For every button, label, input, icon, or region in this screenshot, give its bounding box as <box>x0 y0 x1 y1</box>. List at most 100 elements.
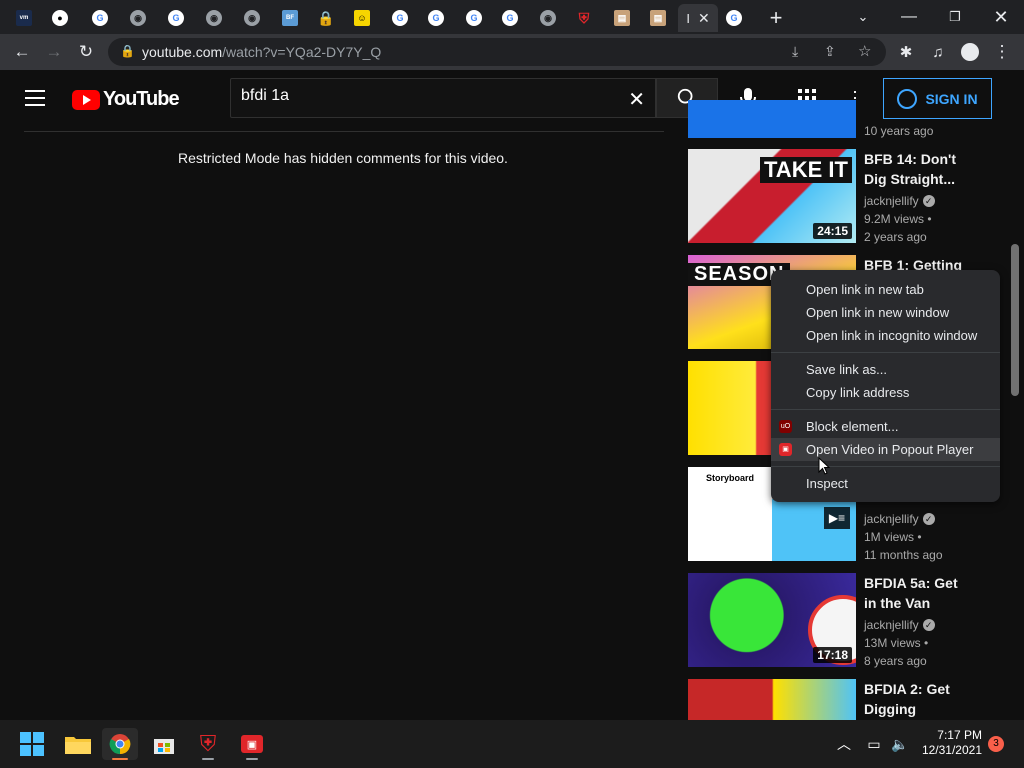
globe-icon: ◉ <box>540 10 556 26</box>
tab-globe-3[interactable]: ◉ <box>236 4 268 32</box>
back-button[interactable]: ← <box>10 40 34 64</box>
tab-smile[interactable]: ☺ <box>346 4 378 32</box>
video-channel[interactable]: jacknjellify ✓ <box>864 194 935 208</box>
tab-shield[interactable]: ⛨ <box>568 4 600 32</box>
tab-google-3[interactable]: G <box>384 4 416 32</box>
profile-button[interactable] <box>958 40 982 64</box>
thumbnail-text: Storyboard <box>706 473 755 483</box>
taskbar-chrome[interactable] <box>102 728 138 760</box>
google-icon: G <box>168 10 184 26</box>
video-duration: 17:18 <box>813 647 852 663</box>
chrome-menu-button[interactable]: ⋮ <box>990 40 1014 64</box>
reload-button[interactable]: ↻ <box>74 40 98 64</box>
related-video-5[interactable]: 17:18 BFDIA 5a: Get in the Van jacknjell… <box>688 573 1018 669</box>
start-button[interactable] <box>14 728 50 760</box>
bookmark-star-icon[interactable]: ☆ <box>858 42 871 60</box>
video-duration: 24:15 <box>813 223 852 239</box>
video-views: 13M views • <box>864 636 929 650</box>
close-tab-icon[interactable]: ✕ <box>698 10 710 27</box>
tab-google-5[interactable]: G <box>458 4 490 32</box>
page-scrollbar[interactable] <box>1011 244 1019 396</box>
tab-vimeo[interactable]: vm <box>8 4 40 32</box>
tab-globe-2[interactable]: ◉ <box>198 4 230 32</box>
tab-bfdi[interactable]: BF <box>274 4 306 32</box>
menu-item-inspect[interactable]: Inspect <box>771 472 1000 495</box>
vimeo-icon: vm <box>16 10 32 26</box>
address-bar[interactable]: 🔒 youtube.com/watch?v=YQa2-DY7Y_Q ⤓ ⇪ ☆ <box>108 38 886 66</box>
tab-globe-4[interactable]: ◉ <box>532 4 564 32</box>
menu-item-copy-link[interactable]: Copy link address <box>771 381 1000 404</box>
youtube-logo[interactable]: YouTube <box>72 88 180 111</box>
media-control-button[interactable]: ♫ <box>926 40 950 64</box>
tab-github[interactable]: ● <box>44 4 76 32</box>
clear-search-icon[interactable]: ✕ <box>628 87 645 112</box>
tab-google-4[interactable]: G <box>420 4 452 32</box>
tab-store-2[interactable]: ▤ <box>642 4 674 32</box>
search-box[interactable]: ✕ <box>230 78 656 118</box>
tab-store-1[interactable]: ▤ <box>606 4 638 32</box>
extensions-button[interactable]: ✱ <box>894 40 918 64</box>
url-text[interactable]: youtube.com/watch?v=YQa2-DY7Y_Q <box>142 44 381 60</box>
share-icon[interactable]: ⇪ <box>824 43 836 60</box>
bfdi-wiki-icon: BF <box>282 10 298 26</box>
network-icon: ▭ <box>867 735 881 752</box>
profile-icon <box>961 43 979 61</box>
menu-item-popout-player[interactable]: ▣ Open Video in Popout Player <box>771 438 1000 461</box>
video-thumbnail[interactable] <box>688 100 856 138</box>
close-window-button[interactable]: ✕ <box>978 0 1024 34</box>
minimize-button[interactable]: — <box>886 0 932 34</box>
menu-separator <box>771 409 1000 410</box>
restore-icon: ❐ <box>949 9 961 24</box>
arrow-left-icon: ← <box>13 42 31 61</box>
tab-active[interactable]: I ✕ <box>678 4 718 32</box>
youtube-logo-text: YouTube <box>103 88 180 110</box>
tab-lock[interactable]: 🔒 <box>310 4 342 32</box>
taskbar-popout-app[interactable]: ▣ <box>234 728 270 760</box>
new-tab-button[interactable]: + <box>760 4 792 32</box>
tab-strip: vm ● G ◉ G ◉ ◉ BF 🔒 ☺ G G G G ◉ ⛨ ▤ ▤ I … <box>0 0 1024 34</box>
related-video-1[interactable]: TAKE IT 24:15 BFB 14: Don't Dig Straight… <box>688 149 1018 245</box>
tab-google-7[interactable]: G <box>718 4 750 32</box>
taskbar-file-explorer[interactable] <box>60 728 96 760</box>
menu-item-block-element[interactable]: uO Block element... <box>771 415 1000 438</box>
globe-icon: ◉ <box>244 10 260 26</box>
store-bag-icon <box>154 739 174 754</box>
menu-item-open-incognito[interactable]: Open link in incognito window <box>771 324 1000 347</box>
video-thumbnail[interactable]: 17:18 <box>688 573 856 667</box>
tab-search-button[interactable]: ⌄ <box>840 0 886 34</box>
tab-google-6[interactable]: G <box>494 4 526 32</box>
video-thumbnail[interactable]: TAKE IT 24:15 <box>688 149 856 243</box>
notification-badge[interactable]: 3 <box>988 736 1004 752</box>
hamburger-menu-icon[interactable] <box>25 90 45 106</box>
menu-item-open-new-window[interactable]: Open link in new window <box>771 301 1000 324</box>
windows-start-icon <box>20 732 44 756</box>
video-title[interactable]: BFDIA 5a: Get in the Van <box>864 573 964 613</box>
menu-item-save-link[interactable]: Save link as... <box>771 358 1000 381</box>
volume-button[interactable]: 🔈 <box>888 728 912 760</box>
tab-globe-1[interactable]: ◉ <box>122 4 154 32</box>
menu-item-open-new-tab[interactable]: Open link in new tab <box>771 278 1000 301</box>
system-clock[interactable]: 7:17 PM 12/31/2021 <box>918 728 982 758</box>
taskbar-store[interactable] <box>146 728 182 760</box>
running-indicator <box>202 758 214 760</box>
lock-icon: 🔒 <box>120 44 135 58</box>
forward-button[interactable]: → <box>42 40 66 64</box>
tab-google-2[interactable]: G <box>160 4 192 32</box>
search-input[interactable] <box>241 87 611 105</box>
related-video-0[interactable]: 10 years ago <box>688 100 1018 138</box>
store-icon: ▤ <box>614 10 630 26</box>
video-channel[interactable]: jacknjellify ✓ <box>864 618 935 632</box>
running-indicator <box>246 758 258 760</box>
video-title[interactable]: BFB 14: Don't Dig Straight... <box>864 149 964 189</box>
restore-button[interactable]: ❐ <box>932 0 978 34</box>
related-video-6[interactable]: BFDIA 2: Get Digging <box>688 679 1018 720</box>
install-icon[interactable]: ⤓ <box>792 43 798 60</box>
show-hidden-icons-button[interactable]: ︿ <box>832 728 856 760</box>
speaker-icon: 🔈 <box>891 735 909 752</box>
taskbar-shield-app[interactable]: ⛨ <box>190 728 226 760</box>
video-channel[interactable]: jacknjellify ✓ <box>864 512 935 526</box>
video-title[interactable]: BFDIA 2: Get Digging <box>864 679 964 719</box>
network-button[interactable]: ▭ <box>862 728 886 760</box>
video-thumbnail[interactable] <box>688 679 856 720</box>
tab-google-1[interactable]: G <box>84 4 116 32</box>
